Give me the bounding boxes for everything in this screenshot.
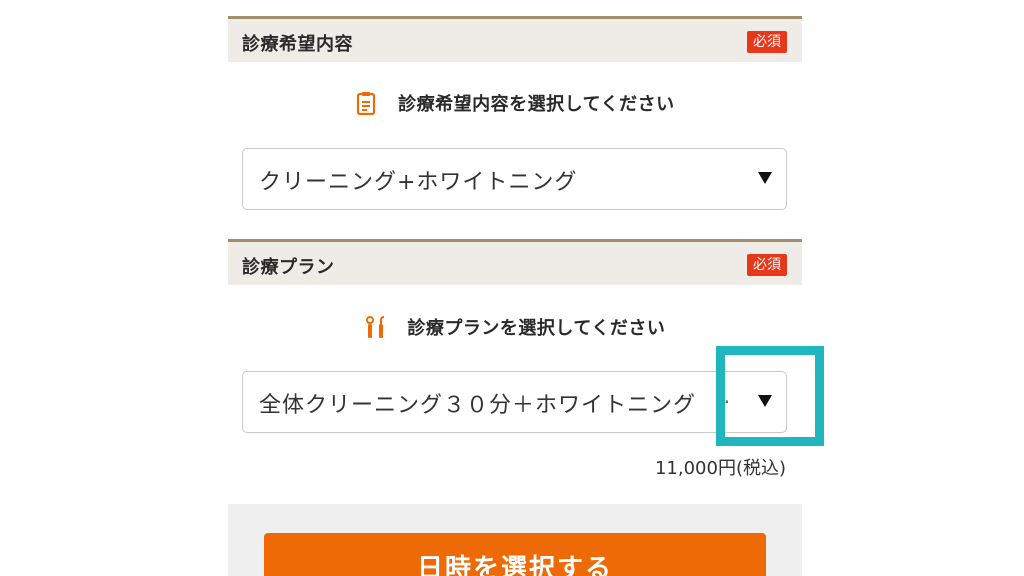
required-badge: 必須 <box>747 254 787 276</box>
chevron-down-icon <box>758 172 772 184</box>
prompt-text: 診療プランを選択してください <box>407 318 666 339</box>
clipboard-icon <box>355 91 377 116</box>
select-datetime-button[interactable]: 日時を選択する <box>264 533 766 576</box>
treatment-plan-select[interactable]: 全体クリーニング３０分＋ホワイトニング２ · <box>242 371 787 433</box>
section-header-treatment-request: 診療希望内容 必須 <box>228 16 802 62</box>
select-value: 全体クリーニング３０分＋ホワイトニング２ <box>259 393 699 418</box>
plan-price: 11,000円(税込) <box>654 458 786 479</box>
footer-area: 日時を選択する <box>228 504 802 576</box>
treatment-request-select[interactable]: クリーニング+ホワイトニング <box>242 148 787 210</box>
dental-tools-icon <box>365 315 387 339</box>
prompt-text: 診療希望内容を選択してください <box>398 94 675 115</box>
highlight-box <box>716 346 824 446</box>
treatment-request-prompt: 診療希望内容を選択してください <box>228 90 802 120</box>
required-badge: 必須 <box>747 31 787 53</box>
section-header-treatment-plan: 診療プラン 必須 <box>228 239 802 285</box>
page: 診療希望内容 必須 診療希望内容を選択してください クリーニング+ホワイトニング… <box>0 0 1024 576</box>
treatment-plan-prompt: 診療プランを選択してください <box>228 314 802 344</box>
reservation-form: 診療希望内容 必須 診療希望内容を選択してください クリーニング+ホワイトニング… <box>228 0 802 576</box>
select-value: クリーニング+ホワイトニング <box>259 170 578 195</box>
section-title: 診療希望内容 <box>242 34 353 55</box>
section-title: 診療プラン <box>242 257 335 278</box>
